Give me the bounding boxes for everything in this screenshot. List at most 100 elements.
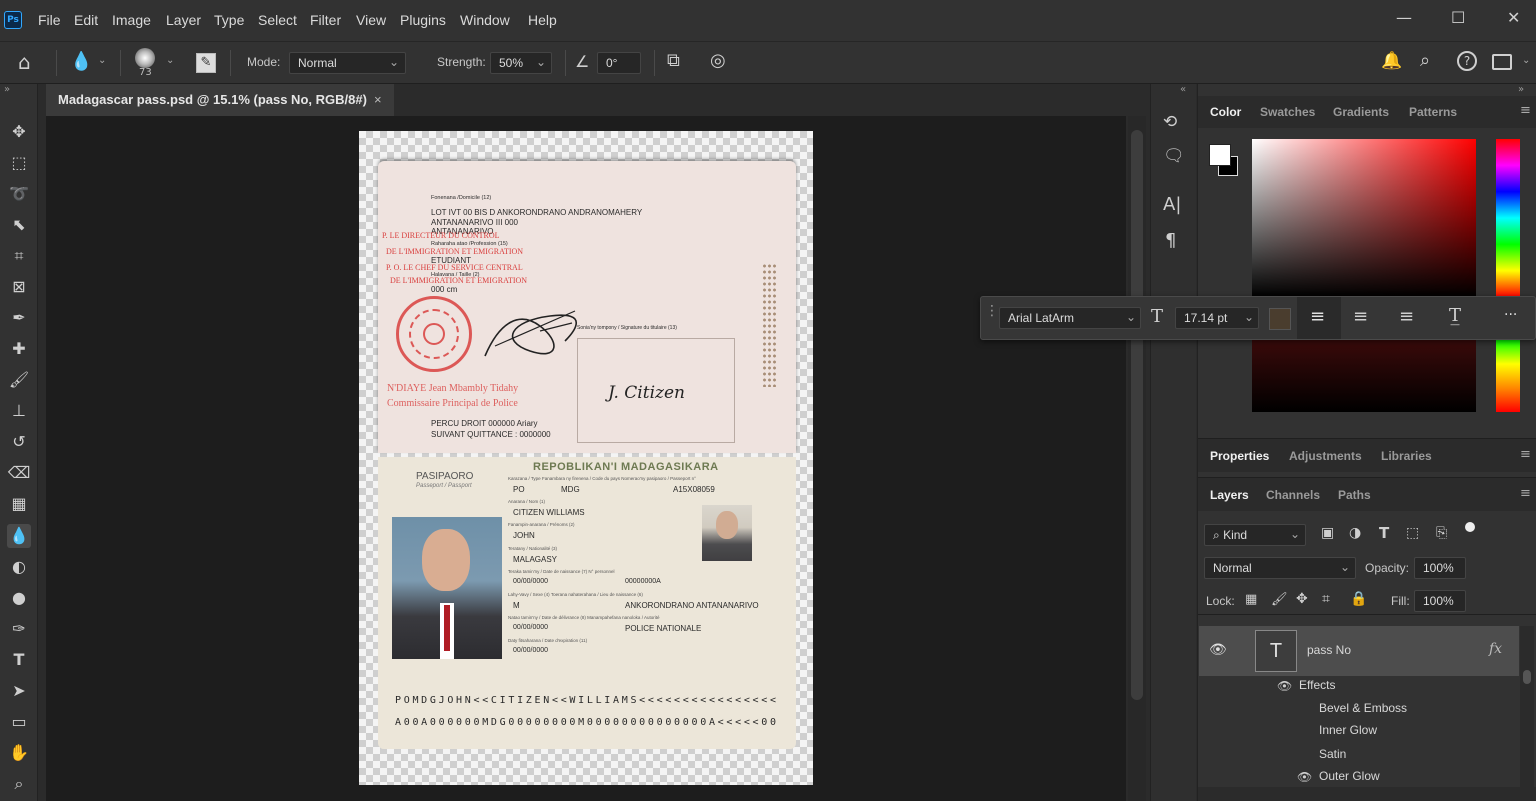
adjustment-filter-icon[interactable]: ◑	[1349, 525, 1361, 541]
menu-plugins[interactable]: Plugins	[400, 12, 446, 28]
bell-icon[interactable]: 🔔	[1381, 51, 1402, 71]
lock-pixels-icon[interactable]: 🖌	[1271, 592, 1288, 607]
text-color-swatch[interactable]	[1269, 308, 1291, 330]
gradient-tool-icon[interactable]: ▦	[7, 492, 31, 516]
frame-tool-icon[interactable]: ⊠	[7, 275, 31, 299]
tab-swatches[interactable]: Swatches	[1260, 105, 1315, 119]
lock-all-icon[interactable]: 🔒	[1350, 591, 1367, 607]
layer-row-pass-no[interactable]: 👁 T pass No fx	[1199, 626, 1519, 676]
object-select-tool-icon[interactable]: ⬉	[7, 213, 31, 237]
lasso-tool-icon[interactable]: ➰	[7, 182, 31, 206]
rectangle-tool-icon[interactable]: ▭	[7, 710, 31, 734]
tab-channels[interactable]: Channels	[1266, 488, 1320, 502]
help-icon[interactable]: ?	[1457, 51, 1477, 71]
angle-input[interactable]: 0°	[597, 52, 641, 74]
tab-color[interactable]: Color	[1210, 105, 1241, 119]
comments-icon[interactable]: 🗨	[1163, 146, 1185, 166]
vertical-scrollbar[interactable]	[1128, 116, 1146, 801]
opacity-input[interactable]: 100%	[1414, 557, 1466, 579]
panel-menu-icon[interactable]: ≡	[1520, 103, 1531, 118]
blur-tool-icon[interactable]: 💧	[70, 51, 92, 72]
brush-settings-icon[interactable]: ✎	[196, 53, 216, 73]
crop-tool-icon[interactable]: ⌗	[7, 244, 31, 268]
visibility-eye-icon[interactable]: 👁	[1297, 770, 1312, 784]
path-select-tool-icon[interactable]: ➤	[7, 679, 31, 703]
hand-tool-icon[interactable]: ✋	[7, 741, 31, 765]
menu-filter[interactable]: Filter	[310, 12, 341, 28]
tab-paths[interactable]: Paths	[1338, 488, 1371, 502]
hue-slider-lower[interactable]	[1496, 340, 1520, 412]
sponge-tool-icon[interactable]: ●	[7, 586, 31, 610]
layers-scrollbar[interactable]	[1520, 626, 1534, 791]
pressure-icon[interactable]: ◎	[710, 50, 726, 71]
scrollbar-thumb[interactable]	[1131, 130, 1143, 700]
warp-text-icon[interactable]: T̲	[1449, 305, 1461, 326]
dodge-tool-icon[interactable]: ◐	[7, 555, 31, 579]
panel-menu-icon[interactable]: ≡	[1520, 486, 1531, 501]
paragraph-icon[interactable]: ¶	[1165, 230, 1176, 251]
clone-stamp-tool-icon[interactable]: ⊥	[7, 399, 31, 423]
document-tab[interactable]: Madagascar pass.psd @ 15.1% (pass No, RG…	[46, 84, 394, 116]
search-icon[interactable]: ⌕	[1420, 50, 1430, 71]
tab-patterns[interactable]: Patterns	[1409, 105, 1457, 119]
fill-input[interactable]: 100%	[1414, 590, 1466, 612]
font-size-input[interactable]: 17.14 pt ⌄	[1175, 307, 1259, 329]
tab-libraries[interactable]: Libraries	[1381, 449, 1432, 463]
align-left-button[interactable]: ≡	[1297, 297, 1341, 339]
effect-row[interactable]: 👁 Outer Glow	[1199, 767, 1519, 789]
hue-slider[interactable]	[1496, 139, 1520, 297]
menu-image[interactable]: Image	[112, 12, 151, 28]
workspace-icon[interactable]	[1492, 54, 1512, 70]
font-family-select[interactable]: Arial LatArm ⌄	[999, 307, 1141, 329]
pixel-filter-icon[interactable]: ▣	[1321, 525, 1334, 541]
collapse-icon[interactable]: »	[1518, 84, 1524, 95]
fx-icon[interactable]: fx	[1489, 641, 1502, 657]
tab-properties[interactable]: Properties	[1210, 449, 1269, 463]
eraser-tool-icon[interactable]: ⌫	[7, 461, 31, 485]
history-brush-tool-icon[interactable]: ↺	[7, 430, 31, 454]
blur-tool-icon[interactable]: 💧	[7, 524, 31, 548]
collapse-icon[interactable]: «	[1180, 84, 1186, 95]
effect-row[interactable]: Inner Glow	[1199, 721, 1519, 743]
drag-handle-icon[interactable]: ⋮	[985, 303, 999, 319]
mode-select[interactable]: Normal ⌄	[289, 52, 406, 74]
shape-filter-icon[interactable]: ⬚	[1406, 525, 1419, 541]
move-tool-icon[interactable]: ✥	[7, 120, 31, 144]
character-icon[interactable]: A|	[1163, 194, 1181, 215]
visibility-eye-icon[interactable]: 👁	[1209, 641, 1227, 658]
filter-toggle-icon[interactable]	[1465, 522, 1475, 532]
blend-mode-select[interactable]: Normal ⌄	[1204, 557, 1356, 579]
chevron-down-icon[interactable]: ⌄	[166, 55, 174, 66]
more-options-icon[interactable]: ···	[1504, 307, 1517, 323]
tab-adjustments[interactable]: Adjustments	[1289, 449, 1362, 463]
brush-tool-icon[interactable]: 🖌	[7, 368, 31, 392]
color-picker-field[interactable]	[1252, 139, 1476, 297]
lock-position-icon[interactable]: ✥	[1296, 591, 1308, 607]
collapse-icon[interactable]: »	[4, 84, 10, 95]
tab-gradients[interactable]: Gradients	[1333, 105, 1389, 119]
close-button[interactable]: ✕	[1507, 8, 1520, 27]
type-filter-icon[interactable]: T	[1379, 524, 1389, 542]
effect-row[interactable]: Satin	[1199, 745, 1519, 767]
menu-edit[interactable]: Edit	[74, 12, 98, 28]
document-canvas[interactable]: Fonenana /Domicile (12) LOT IVT 00 BIS D…	[359, 131, 813, 785]
pen-tool-icon[interactable]: ✑	[7, 617, 31, 641]
maximize-button[interactable]: ☐	[1451, 8, 1465, 27]
align-center-icon[interactable]: ≡	[1353, 306, 1368, 327]
foreground-color-swatch[interactable]	[1209, 144, 1231, 166]
layer-filter-select[interactable]: ⌕ Kind ⌄	[1204, 524, 1306, 546]
lock-transparency-icon[interactable]: ▦	[1245, 592, 1257, 607]
smart-object-filter-icon[interactable]: ⎘	[1436, 525, 1447, 541]
menu-type[interactable]: Type	[214, 12, 244, 28]
layer-name[interactable]: pass No	[1307, 643, 1351, 657]
visibility-eye-icon[interactable]: 👁	[1277, 679, 1292, 693]
zoom-tool-icon[interactable]: ⌕	[7, 772, 31, 796]
home-icon[interactable]: ⌂	[18, 50, 31, 74]
lock-artboard-icon[interactable]: ⌗	[1322, 591, 1330, 607]
menu-select[interactable]: Select	[258, 12, 297, 28]
panel-menu-icon[interactable]: ≡	[1520, 447, 1531, 462]
effects-row[interactable]: 👁 Effects	[1199, 676, 1519, 698]
align-right-icon[interactable]: ≡	[1399, 306, 1414, 327]
healing-brush-tool-icon[interactable]: ✚	[7, 337, 31, 361]
color-picker-field-lower[interactable]	[1252, 340, 1476, 412]
